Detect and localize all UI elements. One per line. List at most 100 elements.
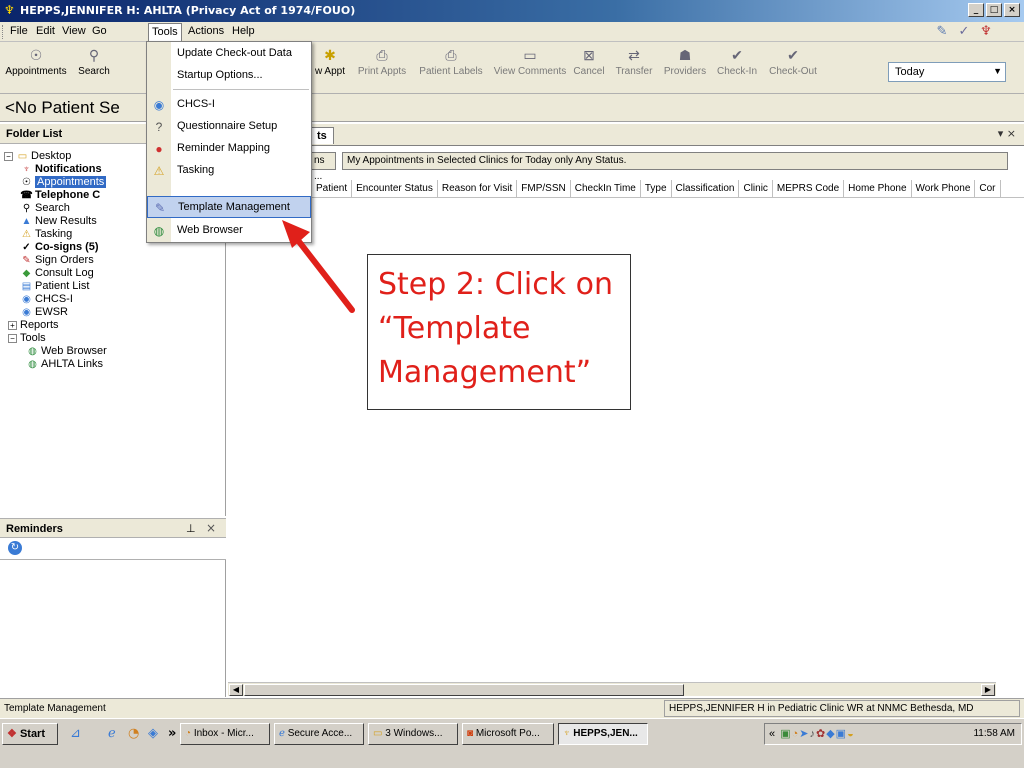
check-in-button[interactable]: ✔ Check-In	[712, 44, 762, 77]
tree-item-reports[interactable]: + Reports	[8, 319, 59, 332]
view-comments-button[interactable]: ▭ View Comments	[492, 44, 568, 77]
tree-item-sign-orders[interactable]: ✎ Sign Orders	[20, 254, 93, 267]
checkmark-icon[interactable]: ✓	[956, 24, 972, 40]
menu-separator	[173, 89, 309, 90]
taskbar-item-windows-group[interactable]: ▭ 3 Windows...	[368, 723, 458, 745]
tray-chevron[interactable]: «	[769, 728, 776, 740]
scroll-right-icon[interactable]: ▶	[981, 684, 995, 696]
new-appt-button[interactable]: ✱ w Appt	[312, 44, 348, 77]
column-header[interactable]: Encounter Status	[352, 180, 438, 197]
panel-controls[interactable]: ▾ ×	[998, 127, 1016, 140]
menu-view[interactable]: View	[62, 25, 86, 37]
providers-button[interactable]: ☗ Providers	[660, 44, 710, 77]
start-button[interactable]: ❖ Start	[2, 723, 58, 745]
column-header[interactable]: MEPRS Code	[773, 180, 845, 197]
monitor-icon[interactable]: ▣	[836, 728, 847, 740]
scroll-left-icon[interactable]: ◀	[229, 684, 243, 696]
appointments-button[interactable]: ☉ Appointments	[4, 44, 68, 77]
close-icon[interactable]: ×	[206, 521, 216, 535]
quicklaunch-app-icon[interactable]: ◈	[148, 726, 158, 741]
date-range-value: Today	[895, 66, 925, 78]
refresh-icon[interactable]: ↻	[8, 541, 22, 555]
menu-item-tasking[interactable]: ⚠ Tasking	[147, 160, 311, 182]
menu-help[interactable]: Help	[232, 25, 255, 37]
status-text: Template Management	[4, 703, 106, 714]
taskbar-item-ahlta[interactable]: ♆ HEPPS,JEN...	[558, 723, 648, 745]
column-header[interactable]: Home Phone	[844, 180, 912, 197]
tree-item-tasking[interactable]: ⚠ Tasking	[20, 228, 72, 241]
collapse-icon[interactable]: −	[4, 152, 13, 161]
print-appts-button[interactable]: ⎙ Print Appts	[352, 44, 412, 77]
globe-icon: ◍	[153, 224, 165, 238]
column-header[interactable]: Reason for Visit	[438, 180, 518, 197]
column-header[interactable]: Clinic	[739, 180, 773, 197]
tree-item-consult-log[interactable]: ◆ Consult Log	[20, 267, 94, 280]
menu-item-startup-options[interactable]: Startup Options...	[147, 65, 311, 87]
cancel-button[interactable]: ⊠ Cancel	[570, 44, 608, 77]
scrollbar-thumb[interactable]	[244, 684, 684, 696]
tree-item-notifications[interactable]: ♆ Notifications	[20, 163, 102, 176]
menu-tools[interactable]: Tools	[148, 23, 182, 41]
transfer-button[interactable]: ⇄ Transfer	[612, 44, 656, 77]
tray-extra-icon[interactable]: ◒	[847, 728, 855, 740]
tree-item-telephone[interactable]: ☎ Telephone C	[20, 189, 100, 202]
menu-item-chcs-i[interactable]: ◉ CHCS-I	[147, 94, 311, 116]
column-header[interactable]: FMP/SSN	[517, 180, 571, 197]
options-button[interactable]: ns ...	[310, 152, 336, 182]
expand-icon[interactable]: +	[8, 321, 17, 330]
column-header[interactable]: Work Phone	[912, 180, 976, 197]
new-appointment-icon: ✱	[324, 47, 336, 63]
horizontal-scrollbar[interactable]: ◀ ▶	[228, 682, 996, 696]
pin-icon[interactable]: ⊥	[186, 522, 196, 535]
ie-icon[interactable]: ℯ	[108, 726, 116, 741]
ewsr-icon: ◉	[22, 307, 31, 318]
network-icon[interactable]: ▣	[780, 728, 791, 740]
menu-item-reminder-mapping[interactable]: ● Reminder Mapping	[147, 138, 311, 160]
menu-item-update-checkout[interactable]: Update Check-out Data	[147, 43, 311, 65]
column-header[interactable]: CheckIn Time	[571, 180, 641, 197]
date-range-select[interactable]: Today ▼	[888, 62, 1006, 82]
column-header[interactable]: Cor	[975, 180, 1001, 197]
chevron-down-icon[interactable]: ▼	[993, 66, 1002, 76]
search-button[interactable]: ⚲ Search	[74, 44, 114, 77]
patient-labels-button[interactable]: ⎙ Patient Labels	[414, 44, 488, 77]
tree-item-tools[interactable]: − Tools	[8, 332, 46, 345]
tree-item-web-browser[interactable]: ◍ Web Browser	[26, 345, 107, 358]
column-header[interactable]: Classification	[672, 180, 740, 197]
minimize-button[interactable]: _	[968, 3, 984, 17]
taskbar-item-inbox[interactable]: ◔ Inbox - Micr...	[180, 723, 270, 745]
column-header[interactable]: Patient	[312, 180, 353, 197]
transfer-icon: ⇄	[628, 47, 640, 63]
taskbar-item-powerpoint[interactable]: ◙ Microsoft Po...	[462, 723, 554, 745]
caduceus-icon: ♆	[22, 164, 31, 175]
caduceus-icon[interactable]: ♆	[978, 24, 994, 40]
tree-item-cosigns[interactable]: ✓ Co-signs (5)	[20, 241, 98, 254]
column-header[interactable]: Type	[641, 180, 672, 197]
tab-appointments[interactable]: ts	[310, 127, 334, 144]
menu-actions[interactable]: Actions	[188, 25, 224, 37]
tree-item-chcs-i[interactable]: ◉ CHCS-I	[20, 293, 73, 306]
tree-item-patient-list[interactable]: ▤ Patient List	[20, 280, 90, 293]
taskbar-item-secure-access[interactable]: ℯ Secure Acce...	[274, 723, 364, 745]
close-button[interactable]: ×	[1004, 3, 1020, 17]
menu-edit[interactable]: Edit	[36, 25, 55, 37]
firefox-icon[interactable]: ◔	[128, 726, 139, 741]
pencil-icon[interactable]: ✎	[934, 24, 950, 40]
arrow-icon[interactable]: ➤	[799, 728, 809, 740]
tree-item-new-results[interactable]: ▲ New Results	[20, 215, 97, 228]
tree-item-desktop[interactable]: − ▭ Desktop	[4, 150, 71, 163]
tree-item-search[interactable]: ⚲ Search	[20, 202, 70, 215]
shield-icon[interactable]: ◆	[826, 728, 835, 740]
tree-item-ewsr[interactable]: ◉ EWSR	[20, 306, 68, 319]
collapse-icon[interactable]: −	[8, 334, 17, 343]
menu-file[interactable]: File	[10, 25, 28, 37]
quicklaunch-chevron[interactable]: »	[168, 726, 176, 741]
settings-icon[interactable]: ✿	[816, 728, 826, 740]
maximize-button[interactable]: □	[986, 3, 1002, 17]
check-out-button[interactable]: ✔ Check-Out	[764, 44, 822, 77]
menu-item-questionnaire-setup[interactable]: ? Questionnaire Setup	[147, 116, 311, 138]
show-desktop-icon[interactable]: ⊿	[70, 726, 81, 741]
tree-item-appointments[interactable]: ☉ Appointments	[20, 176, 107, 189]
tree-item-ahlta-links[interactable]: ◍ AHLTA Links	[26, 358, 103, 371]
menu-go[interactable]: Go	[92, 25, 107, 37]
